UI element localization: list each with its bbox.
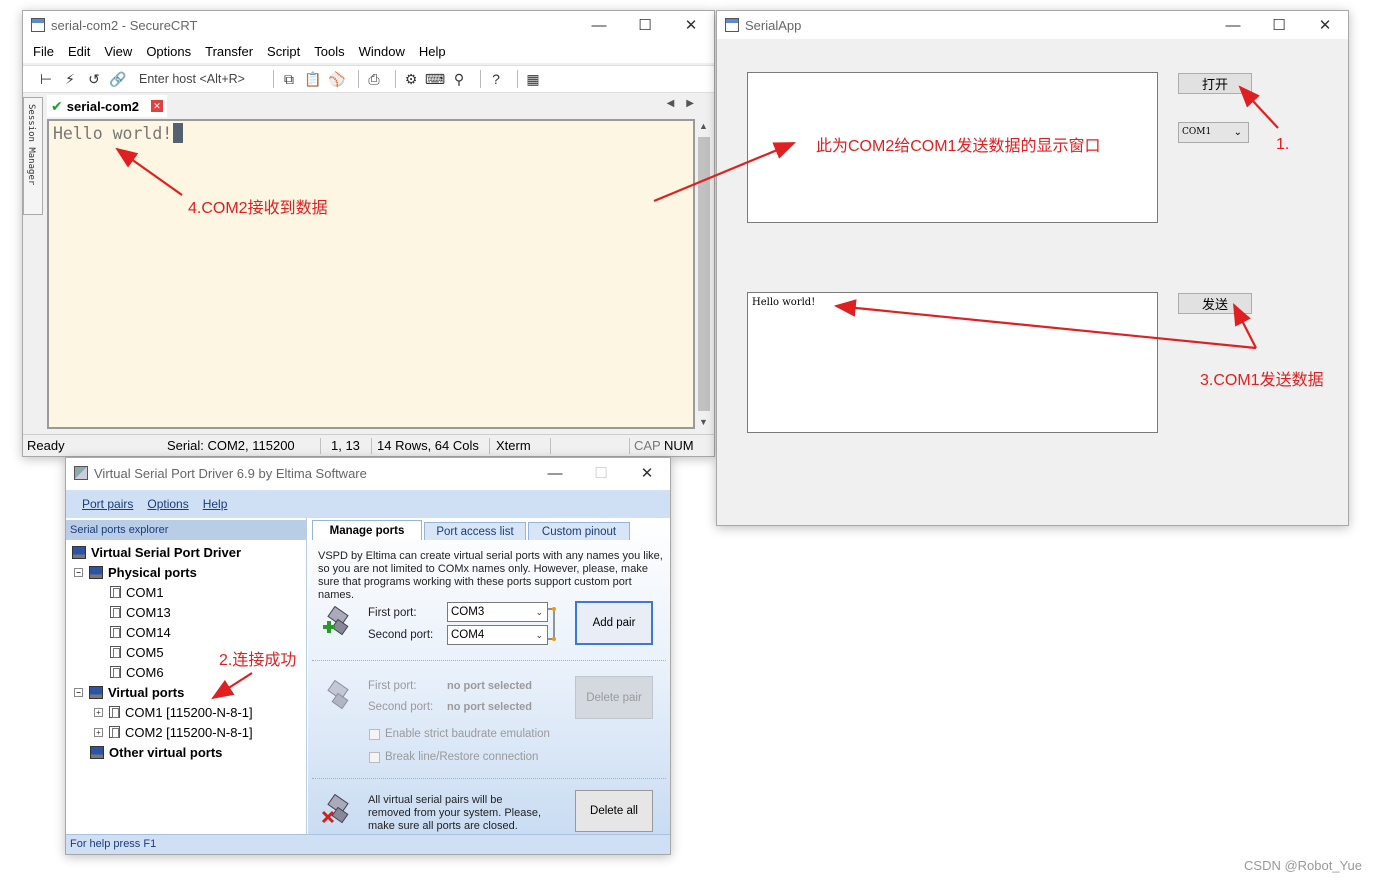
- annotation-3: 3.COM1发送数据: [1200, 372, 1324, 389]
- watermark: CSDN @Robot_Yue: [1244, 858, 1362, 873]
- arrow-virtual-ports: [211, 672, 253, 700]
- arrow-send-button: [1232, 303, 1257, 349]
- arrow-send-text: [833, 299, 1257, 350]
- annotation-1: 1.: [1276, 136, 1290, 153]
- arrow-display-window: [653, 141, 797, 203]
- arrow-open-button: [1238, 85, 1279, 129]
- annotation-display-window: 此为COM2给COM1发送数据的显示窗口: [816, 138, 1101, 155]
- arrow-com2-receive: [115, 147, 183, 196]
- annotation-2: 2.连接成功: [219, 652, 297, 669]
- annotation-4: 4.COM2接收到数据: [188, 200, 328, 217]
- annotation-arrows: [115, 85, 1279, 700]
